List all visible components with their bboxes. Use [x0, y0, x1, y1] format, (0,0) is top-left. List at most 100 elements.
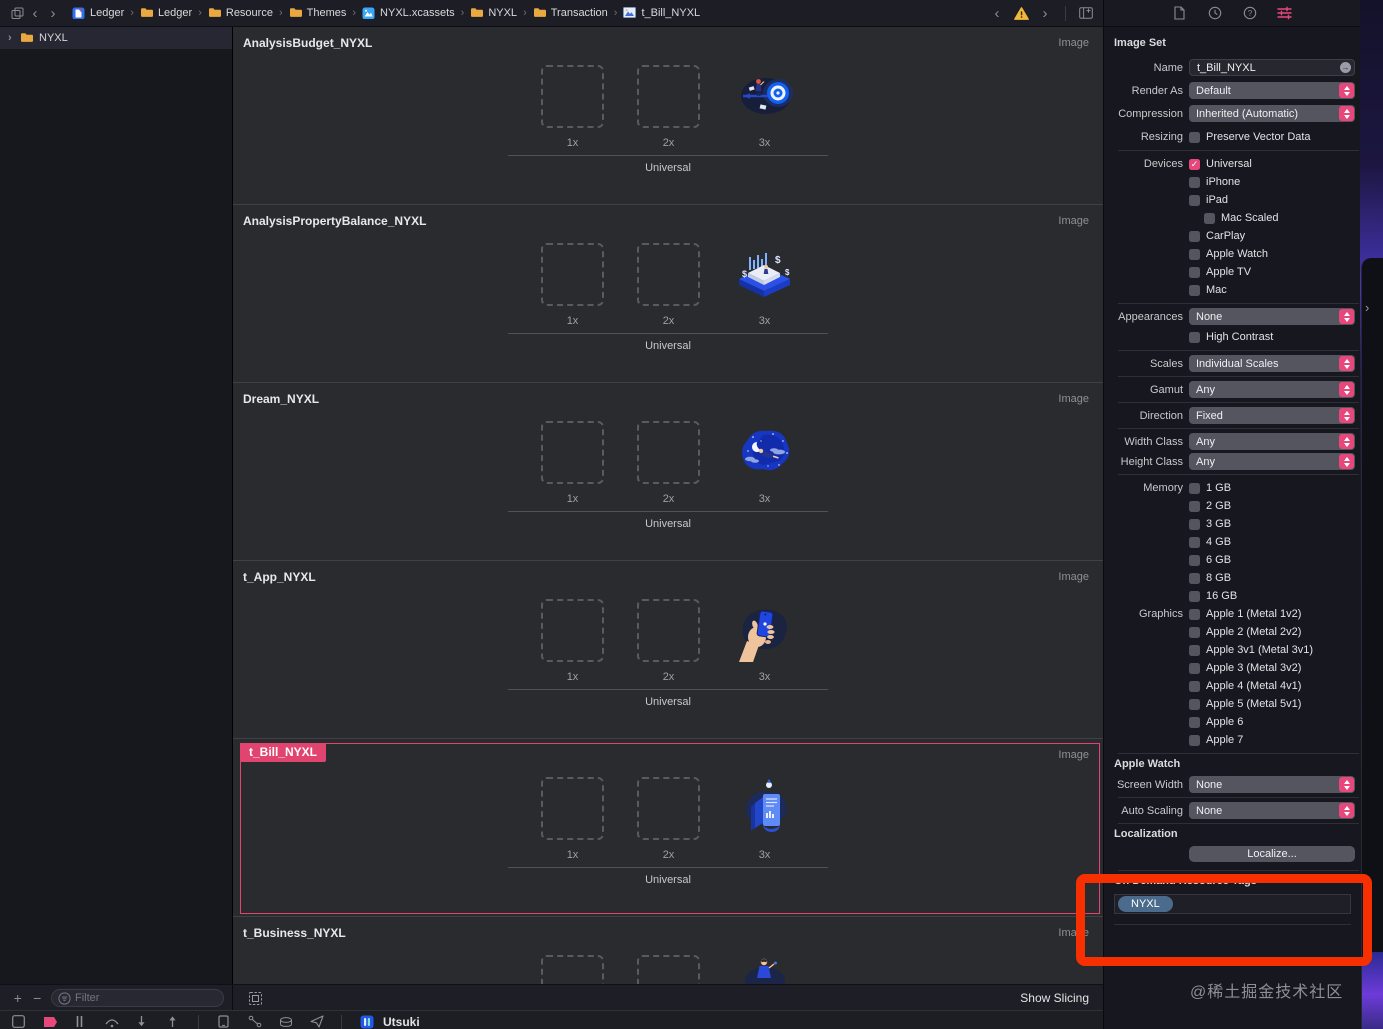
localize-button[interactable]: Localize...: [1189, 846, 1355, 862]
graphics-option[interactable]: Apple 3 (Metal 3v2): [1189, 659, 1355, 677]
remove-button[interactable]: −: [28, 990, 48, 1006]
slot-2x[interactable]: [637, 777, 700, 840]
checkbox[interactable]: [1189, 500, 1200, 512]
graphics-option[interactable]: Apple 2 (Metal 2v2): [1189, 623, 1355, 641]
slot-3x[interactable]: [733, 243, 796, 306]
memory-option[interactable]: 3 GB: [1189, 515, 1355, 533]
checkbox[interactable]: [1189, 266, 1200, 278]
device-option[interactable]: CarPlay: [1189, 227, 1355, 245]
checkbox[interactable]: [1189, 131, 1200, 143]
disk-icon[interactable]: [279, 1015, 292, 1029]
breadcrumb-item[interactable]: Ledger ›: [72, 7, 140, 19]
graphics-option[interactable]: Apple 7: [1189, 731, 1355, 749]
checkbox[interactable]: [1204, 212, 1215, 224]
height-class-dropdown[interactable]: Any: [1189, 453, 1355, 470]
network-icon[interactable]: [248, 1015, 262, 1029]
breakpoints-icon[interactable]: [43, 1015, 57, 1029]
breadcrumb-item[interactable]: t_Bill_NYXL ›: [623, 7, 700, 19]
screen-width-dropdown[interactable]: None: [1189, 776, 1355, 793]
previous-issue-button[interactable]: ‹: [988, 5, 1006, 22]
slot-1x[interactable]: [541, 955, 604, 984]
preserve-vector-data-option[interactable]: Preserve Vector Data: [1189, 128, 1355, 146]
device-option[interactable]: iPhone: [1189, 173, 1355, 191]
checkbox[interactable]: [1189, 554, 1200, 566]
device-icon[interactable]: [217, 1015, 230, 1029]
checkbox[interactable]: [1189, 230, 1200, 242]
history-inspector-icon[interactable]: [1206, 5, 1224, 21]
width-class-dropdown[interactable]: Any: [1189, 433, 1355, 450]
high-contrast-option[interactable]: High Contrast: [1189, 328, 1355, 346]
image-set-row[interactable]: t_Business_NYXL Image 1x 2x 3x Universal: [233, 917, 1103, 984]
breadcrumb-item[interactable]: Transaction ›: [533, 7, 624, 19]
image-set-row[interactable]: t_Bill_NYXL Image 1x 2x 3x Universal: [233, 739, 1103, 917]
slot-2x[interactable]: [637, 65, 700, 128]
memory-option[interactable]: 8 GB: [1189, 569, 1355, 587]
image-set-row[interactable]: AnalysisBudget_NYXL Image 1x 2x 3x Unive…: [233, 27, 1103, 205]
checkbox[interactable]: [1189, 680, 1200, 692]
device-option[interactable]: Mac Scaled: [1204, 209, 1355, 227]
checkbox[interactable]: [1189, 176, 1200, 188]
device-option[interactable]: Apple TV: [1189, 263, 1355, 281]
checkbox[interactable]: [1189, 644, 1200, 656]
slicing-icon[interactable]: [246, 990, 264, 1006]
memory-option[interactable]: 16 GB: [1189, 587, 1355, 605]
checkbox[interactable]: [1189, 626, 1200, 638]
render-as-dropdown[interactable]: Default: [1189, 82, 1355, 99]
compression-dropdown[interactable]: Inherited (Automatic): [1189, 105, 1355, 122]
slot-1x[interactable]: [541, 777, 604, 840]
slot-1x[interactable]: [541, 421, 604, 484]
device-option[interactable]: Mac: [1189, 281, 1355, 299]
checkbox[interactable]: [1189, 734, 1200, 746]
slot-3x[interactable]: [733, 777, 796, 840]
slot-2x[interactable]: [637, 955, 700, 984]
device-option[interactable]: Apple Watch: [1189, 245, 1355, 263]
graphics-option[interactable]: Apple 3v1 (Metal 3v1): [1189, 641, 1355, 659]
direction-dropdown[interactable]: Fixed: [1189, 407, 1355, 424]
slot-3x[interactable]: [733, 421, 796, 484]
checkbox[interactable]: [1189, 572, 1200, 584]
memory-option[interactable]: 4 GB: [1189, 533, 1355, 551]
slot-3x[interactable]: [733, 65, 796, 128]
memory-option[interactable]: 2 GB: [1189, 497, 1355, 515]
name-field[interactable]: t_Bill_NYXL: [1189, 59, 1355, 76]
breadcrumb-item[interactable]: Resource ›: [208, 7, 289, 19]
step-into-icon[interactable]: [136, 1015, 149, 1029]
filter-input[interactable]: [75, 992, 217, 1004]
next-issue-button[interactable]: ›: [1036, 5, 1054, 22]
slot-2x[interactable]: [637, 421, 700, 484]
step-out-icon[interactable]: [167, 1015, 180, 1029]
add-button[interactable]: +: [8, 990, 28, 1006]
related-items-icon[interactable]: [8, 5, 26, 21]
jump-arrow-icon[interactable]: [1340, 62, 1351, 73]
checkbox[interactable]: [1189, 248, 1200, 260]
odr-tag-token[interactable]: NYXL: [1118, 896, 1173, 912]
memory-option[interactable]: 6 GB: [1189, 551, 1355, 569]
checkbox[interactable]: [1189, 716, 1200, 728]
checkbox[interactable]: [1189, 158, 1200, 170]
checkbox[interactable]: [1189, 482, 1200, 494]
disclosure-chevron-icon[interactable]: ›: [8, 32, 20, 44]
slot-3x[interactable]: [733, 599, 796, 662]
help-inspector-icon[interactable]: ?: [1241, 5, 1259, 21]
slot-1x[interactable]: [541, 599, 604, 662]
send-icon[interactable]: [310, 1015, 324, 1029]
auto-scaling-dropdown[interactable]: None: [1189, 802, 1355, 819]
checkbox[interactable]: [1189, 698, 1200, 710]
image-set-row[interactable]: Dream_NYXL Image 1x 2x 3x Universal: [233, 383, 1103, 561]
forward-button[interactable]: ›: [44, 5, 62, 22]
breadcrumb-item[interactable]: Ledger ›: [140, 7, 208, 19]
breadcrumb-item[interactable]: NYXL ›: [470, 7, 532, 19]
graphics-option[interactable]: Apple 5 (Metal 5v1): [1189, 695, 1355, 713]
image-set-row[interactable]: t_App_NYXL Image 1x 2x 3x Universal: [233, 561, 1103, 739]
appearances-dropdown[interactable]: None: [1189, 308, 1355, 325]
image-set-row[interactable]: AnalysisPropertyBalance_NYXL Image 1x 2x…: [233, 205, 1103, 383]
gamut-dropdown[interactable]: Any: [1189, 381, 1355, 398]
odr-tags-field[interactable]: NYXL: [1114, 894, 1351, 914]
checkbox[interactable]: [1189, 536, 1200, 548]
show-slicing-button[interactable]: Show Slicing: [1020, 991, 1089, 1005]
warning-icon[interactable]: [1012, 5, 1030, 21]
slot-3x[interactable]: [733, 955, 796, 984]
slot-2x[interactable]: [637, 599, 700, 662]
slot-2x[interactable]: [637, 243, 700, 306]
add-editor-icon[interactable]: [1077, 5, 1095, 21]
